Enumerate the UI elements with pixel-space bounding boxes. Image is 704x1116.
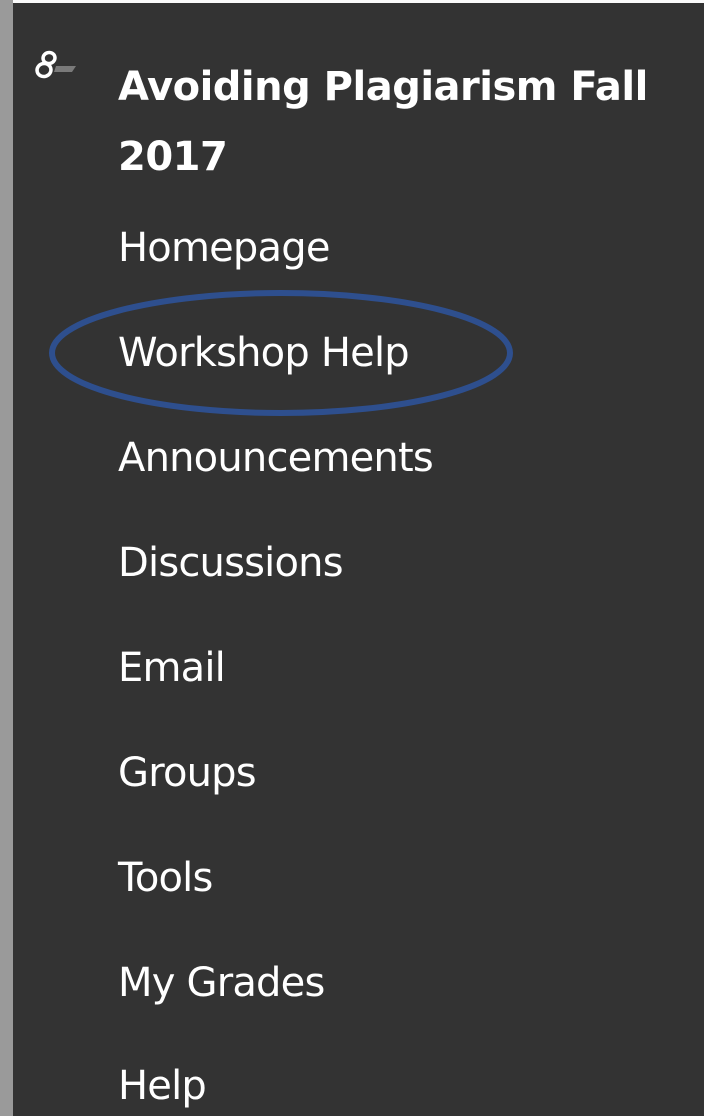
nav-item-announcements[interactable]: Announcements [118, 430, 434, 486]
nav-item-tools[interactable]: Tools [118, 850, 213, 906]
nav-item-help[interactable]: Help [118, 1058, 207, 1114]
left-scroll-bar [0, 0, 13, 1116]
nav-item-groups[interactable]: Groups [118, 745, 257, 801]
course-title[interactable]: Avoiding Plagiarism Fall 2017 [118, 52, 678, 192]
course-menu-icon[interactable] [30, 48, 86, 90]
nav-item-my-grades[interactable]: My Grades [118, 955, 325, 1011]
nav-item-homepage[interactable]: Homepage [118, 220, 330, 276]
nav-item-workshop-help[interactable]: Workshop Help [118, 325, 410, 381]
top-divider [13, 0, 704, 3]
nav-item-discussions[interactable]: Discussions [118, 535, 344, 591]
course-menu-panel: Avoiding Plagiarism Fall 2017 Homepage W… [0, 0, 704, 1116]
nav-item-email[interactable]: Email [118, 640, 226, 696]
